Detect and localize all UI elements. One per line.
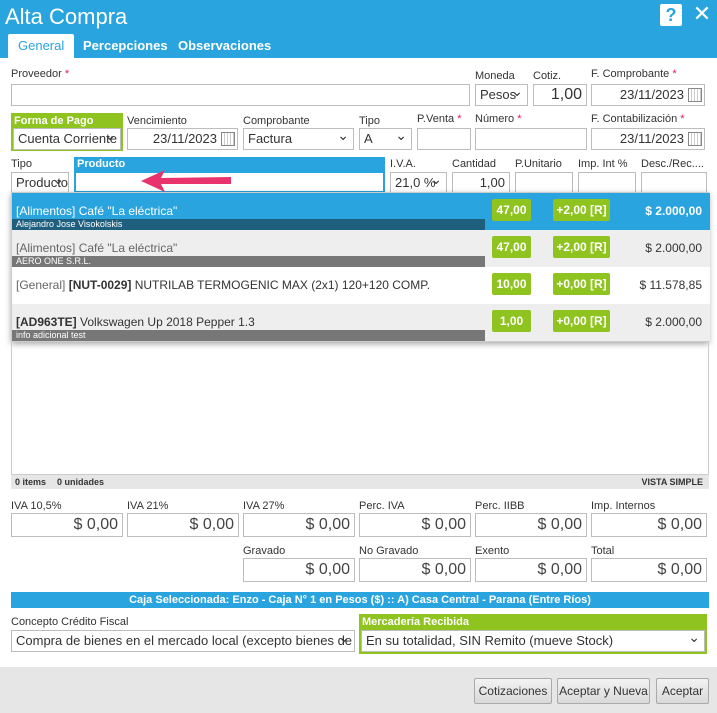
tipo-label: Tipo <box>359 115 380 127</box>
suggestion-item[interactable]: [General] [NUT-0029] NUTRILAB TERMOGENIC… <box>12 267 710 304</box>
mercaderia-select[interactable]: En su totalidad, SIN Remito (mueve Stock… <box>361 630 705 652</box>
items-grid <box>11 342 709 475</box>
exento-label: Exento <box>475 545 510 557</box>
vista-simple-link[interactable]: VISTA SIMPLE <box>641 475 703 489</box>
concepto-label: Concepto Crédito Fiscal <box>11 616 129 628</box>
numero-input[interactable] <box>475 128 587 150</box>
perciva-value: $ 0,00 <box>359 513 471 537</box>
product-suggestions: [Alimentos] Café "La eléctrica" Alejandr… <box>11 192 710 342</box>
punitario-input[interactable] <box>515 172 573 194</box>
fcontab-label: F. Contabilización * <box>591 113 685 125</box>
iva-select[interactable]: 21,0 % <box>390 172 447 194</box>
fcomprobante-label: F. Comprobante * <box>591 68 677 80</box>
total-label: Total <box>591 545 615 557</box>
cotizaciones-button[interactable]: Cotizaciones <box>474 678 552 704</box>
fcomprobante-input[interactable]: 23/11/2023 <box>591 84 705 106</box>
suggestion-subtitle: info adicional test <box>12 330 485 341</box>
stock-badge: 47,00 <box>492 199 531 221</box>
fcontab-input[interactable]: 23/11/2023 <box>591 128 705 150</box>
title-bar: Alta Compra ? ✕ General Percepciones Obs… <box>0 0 717 58</box>
units-count: 0 unidades <box>57 477 105 487</box>
suggestion-item[interactable]: [AD963TE] Volkswagen Up 2018 Pepper 1.3 … <box>12 304 710 341</box>
delta-badge: +2,00 [R] <box>553 236 610 258</box>
proveedor-label: Proveedor * <box>11 68 70 80</box>
suggestion-subtitle: AERO ONE S.R.L. <box>12 256 485 267</box>
proveedor-input[interactable] <box>11 84 470 106</box>
calendar-icon[interactable] <box>688 132 702 146</box>
exento-value: $ 0,00 <box>475 558 587 582</box>
cantidad-label: Cantidad <box>452 158 497 170</box>
perciva-label: Perc. IVA <box>359 500 405 512</box>
gravado-value: $ 0,00 <box>243 558 355 582</box>
caja-seleccionada-bar[interactable]: Caja Seleccionada: Enzo - Caja N° 1 en P… <box>11 592 709 608</box>
comprobante-label: Comprobante <box>243 115 310 127</box>
cotiz-input[interactable]: 1,00 <box>533 84 587 106</box>
delta-badge: +2,00 [R] <box>553 199 610 221</box>
tab-percepciones[interactable]: Percepciones <box>73 34 178 58</box>
calendar-icon[interactable] <box>221 132 235 146</box>
iva-label: I.V.A. <box>390 158 416 170</box>
forma-pago-label: Forma de Pago <box>11 113 123 129</box>
punitario-label: P.Unitario <box>515 158 562 170</box>
delta-badge: +0,00 [R] <box>553 310 610 332</box>
iva21-label: IVA 21% <box>127 500 169 512</box>
stock-badge: 47,00 <box>492 236 531 258</box>
impint-label: Imp. Int % <box>578 158 628 170</box>
calendar-icon[interactable] <box>688 88 702 102</box>
moneda-select[interactable]: Pesos <box>475 84 528 106</box>
items-count: 0 items <box>15 477 47 487</box>
impint-total-label: Imp. Internos <box>591 500 656 512</box>
suggestion-subtitle: Alejandro Jose Visokolskis <box>12 219 485 230</box>
suggestion-price: $ 2.000,00 <box>645 204 702 218</box>
concepto-select[interactable]: Compra de bienes en el mercado local (ex… <box>11 630 355 652</box>
iva105-value: $ 0,00 <box>11 513 123 537</box>
tipo-select[interactable]: A <box>359 128 412 150</box>
tab-general[interactable]: General <box>8 34 75 58</box>
suggestion-price: $ 2.000,00 <box>645 315 702 329</box>
pventa-input[interactable] <box>417 128 471 150</box>
stock-badge: 1,00 <box>492 310 531 332</box>
iva21-value: $ 0,00 <box>127 513 239 537</box>
aceptar-y-nueva-button[interactable]: Aceptar y Nueva <box>557 678 650 704</box>
pventa-label: P.Venta * <box>417 113 462 125</box>
numero-label: Número * <box>475 113 522 125</box>
delta-badge: +0,00 [R] <box>553 273 610 295</box>
vencimiento-label: Vencimiento <box>127 115 187 127</box>
suggestion-item[interactable]: [Alimentos] Café "La eléctrica" Alejandr… <box>12 193 710 230</box>
suggestion-price: $ 11.578,85 <box>639 278 702 292</box>
aceptar-button[interactable]: Aceptar <box>656 678 709 704</box>
help-icon[interactable]: ? <box>660 4 682 26</box>
item-tipo-select[interactable]: Producto <box>11 172 69 194</box>
impint-input[interactable] <box>578 172 636 194</box>
iva27-value: $ 0,00 <box>243 513 355 537</box>
gravado-label: Gravado <box>243 545 286 557</box>
item-tipo-label: Tipo <box>11 158 32 170</box>
grid-footer: 0 items 0 unidades VISTA SIMPLE <box>11 475 709 489</box>
tab-observaciones[interactable]: Observaciones <box>168 34 281 58</box>
desc-label: Desc./Rec.... <box>641 158 704 170</box>
comprobante-select[interactable]: Factura <box>243 128 354 150</box>
moneda-label: Moneda <box>475 70 515 82</box>
forma-pago-select[interactable]: Cuenta Corriente <box>13 128 121 150</box>
perciibb-value: $ 0,00 <box>475 513 587 537</box>
impint-total-value: $ 0,00 <box>591 513 707 537</box>
total-value: $ 0,00 <box>591 558 707 582</box>
iva105-label: IVA 10,5% <box>11 500 62 512</box>
desc-input[interactable] <box>641 172 707 194</box>
mercaderia-label: Mercadería Recibida <box>359 614 707 630</box>
close-icon[interactable]: ✕ <box>690 2 714 26</box>
iva27-label: IVA 27% <box>243 500 285 512</box>
nogravado-label: No Gravado <box>359 545 419 557</box>
perciibb-label: Perc. IIBB <box>475 500 525 512</box>
stock-badge: 10,00 <box>492 273 531 295</box>
nogravado-value: $ 0,00 <box>359 558 471 582</box>
arrow-annotation-icon <box>141 170 231 192</box>
suggestion-price: $ 2.000,00 <box>645 241 702 255</box>
vencimiento-input[interactable]: 23/11/2023 <box>127 128 238 150</box>
window-title: Alta Compra <box>5 4 128 29</box>
cantidad-input[interactable]: 1,00 <box>452 172 510 194</box>
cotiz-label: Cotiz. <box>533 70 562 82</box>
suggestion-item[interactable]: [Alimentos] Café "La eléctrica" AERO ONE… <box>12 230 710 267</box>
